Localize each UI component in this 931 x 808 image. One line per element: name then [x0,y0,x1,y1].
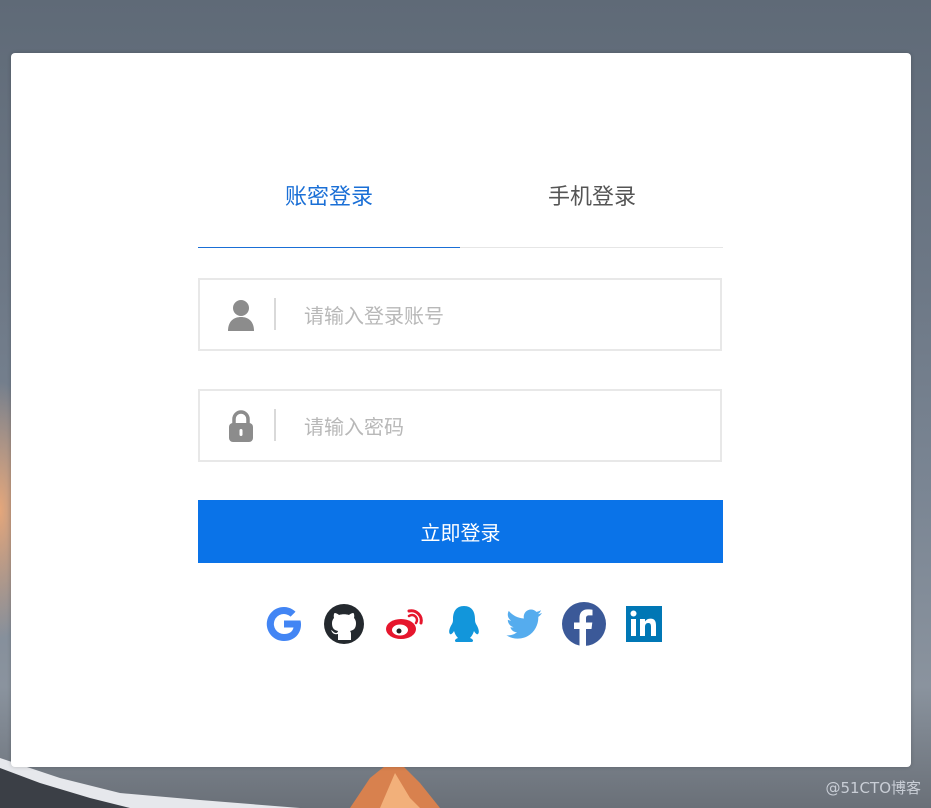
qq-icon[interactable] [441,601,487,647]
weibo-icon[interactable] [381,601,427,647]
social-login-bar [259,601,679,647]
lock-icon [229,410,253,442]
field-separator [274,298,276,330]
username-input[interactable] [302,280,706,351]
login-tabs: 账密登录 手机登录 [198,185,723,248]
password-input[interactable] [302,391,706,462]
active-tab-indicator [198,247,460,248]
tab-account-login[interactable]: 账密登录 [198,183,460,213]
password-field [198,389,722,462]
login-card: 账密登录 手机登录 立即登录 [11,53,911,767]
user-icon [228,300,254,331]
facebook-icon[interactable] [561,601,607,647]
tab-phone-login[interactable]: 手机登录 [461,183,723,213]
username-field [198,278,722,351]
login-button[interactable]: 立即登录 [198,500,723,563]
google-icon[interactable] [261,601,307,647]
github-icon[interactable] [321,601,367,647]
linkedin-icon[interactable] [621,601,667,647]
field-separator [274,409,276,441]
watermark-text: @51CTO博客 [825,779,921,797]
twitter-icon[interactable] [501,601,547,647]
